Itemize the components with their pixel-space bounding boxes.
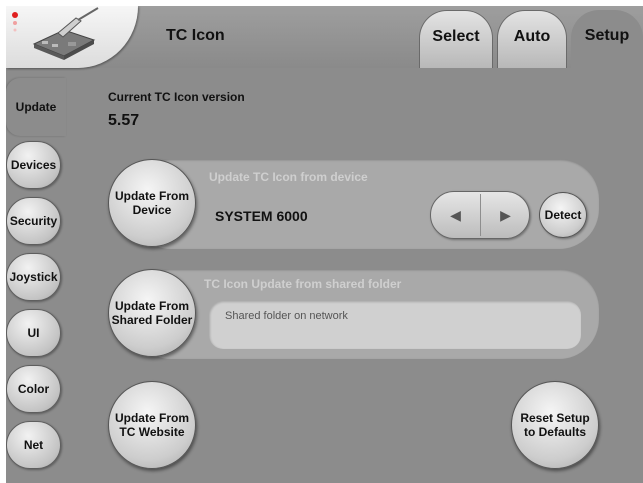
device-selector: ◀ ▶	[430, 191, 530, 239]
tab-auto[interactable]: Auto	[497, 10, 567, 68]
update-from-shared-folder-button[interactable]: Update From Shared Folder	[108, 269, 196, 357]
right-arrow-icon[interactable]: ▶	[481, 192, 530, 238]
app-window: TC Icon Select Auto Setup Update Devices…	[6, 6, 643, 483]
nav-item-devices[interactable]: Devices	[6, 141, 61, 189]
console-logo-graphic	[12, 7, 99, 60]
detect-button[interactable]: Detect	[539, 192, 587, 238]
page-title: TC Icon	[166, 27, 225, 44]
nav-item-color[interactable]: Color	[6, 365, 61, 413]
header-bar: TC Icon Select Auto Setup	[6, 6, 643, 68]
nav-item-security[interactable]: Security	[6, 197, 61, 245]
device-panel-heading: Update TC Icon from device	[209, 170, 368, 184]
folder-panel-heading: TC Icon Update from shared folder	[204, 277, 402, 291]
update-from-device-button[interactable]: Update From Device	[108, 159, 196, 247]
nav-item-net[interactable]: Net	[6, 421, 61, 469]
version-label: Current TC Icon version	[108, 90, 245, 104]
logo-icon	[6, 6, 138, 68]
left-arrow-icon[interactable]: ◀	[431, 192, 480, 238]
tab-select[interactable]: Select	[419, 10, 493, 68]
nav-item-joystick[interactable]: Joystick	[6, 253, 61, 301]
nav-item-update[interactable]: Update	[6, 78, 66, 136]
update-from-website-button[interactable]: Update From TC Website	[108, 381, 196, 469]
shared-folder-input[interactable]: Shared folder on network	[209, 301, 581, 349]
device-name: SYSTEM 6000	[215, 208, 308, 224]
nav-item-ui[interactable]: UI	[6, 309, 61, 357]
reset-setup-button[interactable]: Reset Setup to Defaults	[511, 381, 599, 469]
version-value: 5.57	[108, 112, 140, 129]
tab-setup[interactable]: Setup	[571, 10, 643, 68]
left-nav: Update Devices Security Joystick UI Colo…	[6, 68, 66, 483]
